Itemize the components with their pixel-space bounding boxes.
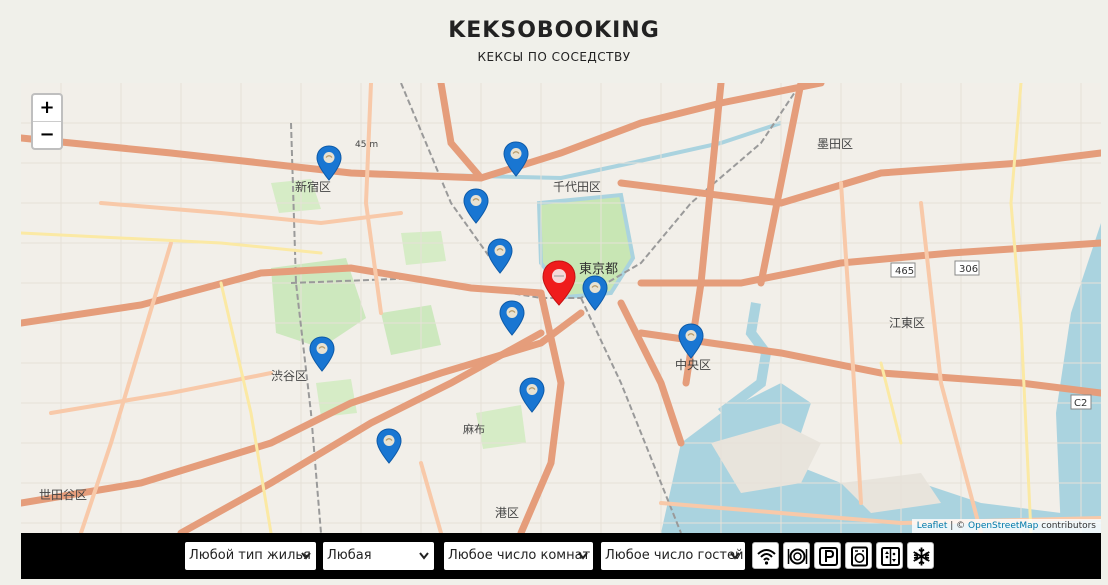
conditioner-icon xyxy=(913,547,930,566)
logo[interactable]: KEKSOBOOKING xyxy=(0,18,1108,43)
offer-pin-icon[interactable] xyxy=(519,377,545,413)
offer-pin-icon[interactable] xyxy=(463,188,489,224)
osm-link[interactable]: OpenStreetMap xyxy=(968,521,1038,531)
label-shibuya: 渋谷区 xyxy=(271,369,307,383)
offer-pin-icon[interactable] xyxy=(678,323,704,359)
feature-washer[interactable] xyxy=(845,542,872,569)
page-header: KEKSOBOOKING КЕКСЫ ПО СОСЕДСТВУ xyxy=(0,0,1108,83)
housing-type-select[interactable]: Любой тип жилья xyxy=(185,542,316,570)
shield-465: 465 xyxy=(895,266,914,277)
label-elevation: 45 m xyxy=(355,140,378,150)
parking-icon xyxy=(819,547,838,566)
label-koto: 江東区 xyxy=(889,316,925,330)
attribution-suffix: contributors xyxy=(1038,521,1096,531)
elevator-icon xyxy=(881,547,900,566)
chevron-down-icon xyxy=(301,552,311,560)
label-minato: 港区 xyxy=(495,506,519,520)
map[interactable]: 新宿区 千代田区 東京都 墨田区 江東区 中央区 渋谷区 港区 世田谷区 麻布 … xyxy=(21,83,1101,533)
offer-pin-icon[interactable] xyxy=(316,145,342,181)
feature-parking[interactable] xyxy=(814,542,841,569)
zoom-control: + − xyxy=(31,93,63,150)
wifi-icon xyxy=(757,549,776,565)
offer-pin-icon[interactable] xyxy=(376,428,402,464)
map-filters: Любой тип жилья Любая Любое число комнат… xyxy=(21,533,1101,579)
offer-pin-icon[interactable] xyxy=(503,141,529,177)
feature-dishwasher[interactable] xyxy=(783,542,810,569)
feature-wifi[interactable] xyxy=(752,542,779,569)
washer-icon xyxy=(851,546,868,567)
label-azabu: 麻布 xyxy=(463,422,485,436)
chevron-down-icon xyxy=(578,552,588,560)
offer-pin-icon[interactable] xyxy=(309,336,335,372)
label-setagaya: 世田谷区 xyxy=(39,488,87,502)
offer-pin-icon[interactable] xyxy=(499,300,525,336)
offer-pin-icon[interactable] xyxy=(582,275,608,311)
housing-rooms-value: Любое число комнат xyxy=(448,548,591,563)
feature-elevator[interactable] xyxy=(876,542,903,569)
housing-price-value: Любая xyxy=(327,548,372,563)
shield-306: 306 xyxy=(959,264,978,275)
label-sumida: 墨田区 xyxy=(817,137,853,151)
tagline: КЕКСЫ ПО СОСЕДСТВУ xyxy=(477,50,631,64)
label-chuo: 中央区 xyxy=(675,357,711,372)
chevron-down-icon xyxy=(730,552,740,560)
chevron-down-icon xyxy=(419,552,429,560)
housing-guests-select[interactable]: Любое число гостей xyxy=(601,542,745,570)
leaflet-link[interactable]: Leaflet xyxy=(917,521,948,531)
housing-guests-value: Любое число гостей xyxy=(605,548,744,563)
housing-rooms-select[interactable]: Любое число комнат xyxy=(444,542,593,570)
shield-c2: C2 xyxy=(1074,398,1087,409)
housing-price-select[interactable]: Любая xyxy=(323,542,434,570)
offer-pin-icon[interactable] xyxy=(487,238,513,274)
zoom-out-button[interactable]: − xyxy=(33,121,61,148)
map-tiles: 新宿区 千代田区 東京都 墨田区 江東区 中央区 渋谷区 港区 世田谷区 麻布 … xyxy=(21,83,1101,533)
attribution-separator: | © xyxy=(947,521,969,531)
main-pin-icon[interactable] xyxy=(542,260,576,306)
label-chiyoda: 千代田区 xyxy=(553,180,601,194)
label-shinjuku: 新宿区 xyxy=(295,179,331,194)
zoom-in-button[interactable]: + xyxy=(33,95,61,121)
dishwasher-icon xyxy=(787,548,808,565)
map-attribution: Leaflet | © OpenStreetMap contributors xyxy=(911,519,1101,533)
feature-conditioner[interactable] xyxy=(907,542,934,569)
housing-type-value: Любой тип жилья xyxy=(189,548,311,563)
